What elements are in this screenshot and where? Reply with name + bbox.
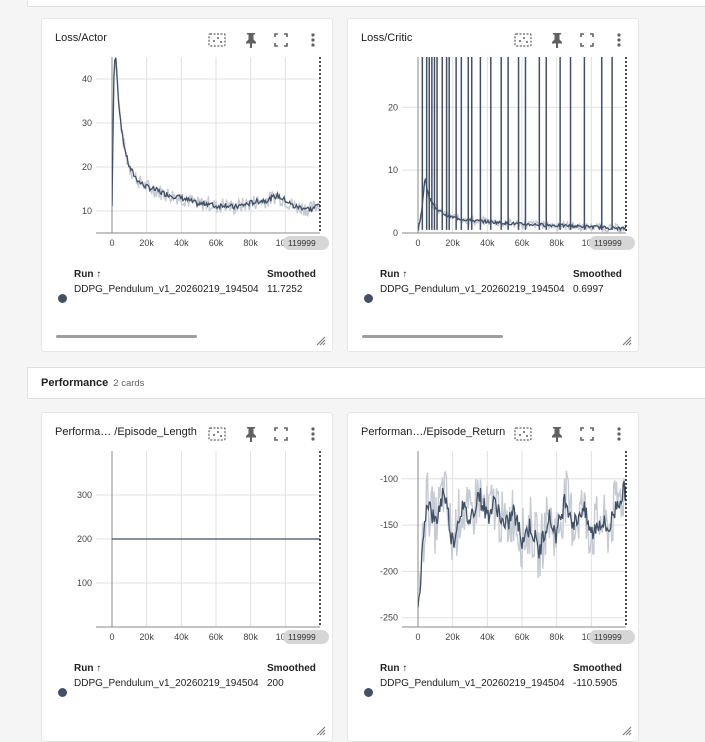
smoothed-column-header[interactable]: Smoothed [573, 663, 622, 674]
y-tick-label: 20 [82, 162, 92, 172]
x-tick-label: 0 [415, 238, 420, 248]
smoothed-value: 11.7252 [267, 284, 303, 295]
x-tick-label: 20k [445, 632, 460, 642]
run-name: DDPG_Pendulum_v1_20260219_194504 [74, 678, 259, 689]
group-header-performance[interactable]: Performance 2 cards [27, 367, 705, 399]
x-tick-label: 80k [549, 238, 564, 248]
table-scrollbar[interactable] [56, 335, 197, 338]
resize-handle-icon[interactable] [314, 333, 326, 346]
x-tick-label: 40k [480, 238, 495, 248]
y-tick-label: 30 [82, 118, 92, 128]
resize-handle-icon[interactable] [620, 333, 632, 346]
y-tick-label: -200 [380, 566, 398, 576]
step-badge[interactable]: 119999 [589, 236, 635, 250]
smoothed-value: 0.6997 [573, 284, 604, 295]
svg-text:119999: 119999 [288, 632, 316, 642]
x-tick-label: 60k [515, 238, 530, 248]
smoothed-column-header[interactable]: Smoothed [267, 269, 316, 280]
x-tick-label: 40k [480, 632, 495, 642]
left-rail [0, 0, 27, 742]
line-chart[interactable]: 020k40k60k80k100k01020119999 [348, 19, 638, 255]
line-chart[interactable]: 020k40k60k80k100k10203040119999 [42, 19, 332, 255]
run-name: DDPG_Pendulum_v1_20260219_194504 [380, 284, 565, 295]
group-card-count: 2 cards [113, 377, 145, 389]
x-tick-label: 60k [515, 632, 530, 642]
table-scrollbar[interactable] [362, 335, 503, 338]
run-column-header[interactable]: Run ↑ [380, 663, 407, 674]
x-tick-label: 20k [445, 238, 460, 248]
run-column-header[interactable]: Run ↑ [74, 663, 101, 674]
y-tick-label: -250 [380, 613, 398, 623]
x-tick-label: 0 [109, 632, 114, 642]
y-tick-label: 40 [82, 74, 92, 84]
line-chart[interactable]: 020k40k60k80k100k100200300119999 [42, 413, 332, 649]
svg-text:119999: 119999 [288, 238, 316, 248]
scalar-card-loss-critic: Loss/Critic020k40k60k80k100k01020119999R… [347, 18, 639, 352]
svg-text:119999: 119999 [594, 632, 622, 642]
resize-handle-icon[interactable] [314, 723, 326, 736]
step-badge[interactable]: 119999 [283, 630, 329, 644]
run-column-header[interactable]: Run ↑ [74, 269, 101, 280]
smoothed-column-header[interactable]: Smoothed [573, 269, 622, 280]
x-tick-label: 0 [415, 632, 420, 642]
resize-handle-icon[interactable] [620, 723, 632, 736]
run-name: DDPG_Pendulum_v1_20260219_194504 [74, 284, 259, 295]
x-tick-label: 20k [139, 632, 154, 642]
y-tick-label: 10 [388, 165, 398, 175]
x-tick-label: 20k [139, 238, 154, 248]
x-tick-label: 60k [209, 238, 224, 248]
x-tick-label: 80k [243, 238, 258, 248]
x-tick-label: 40k [174, 238, 189, 248]
line-chart[interactable]: 020k40k60k80k100k-250-200-150-100119999 [348, 413, 638, 649]
x-tick-label: 40k [174, 632, 189, 642]
step-badge[interactable]: 119999 [589, 630, 635, 644]
y-tick-label: -100 [380, 474, 398, 484]
y-tick-label: 20 [388, 102, 398, 112]
y-tick-label: 10 [82, 206, 92, 216]
run-color-dot[interactable] [58, 688, 67, 697]
y-tick-label: 300 [77, 490, 92, 500]
y-tick-label: 0 [393, 228, 398, 238]
x-tick-label: 80k [549, 632, 564, 642]
scalar-card-episode-return: Performan…/Episode_Return020k40k60k80k10… [347, 412, 639, 742]
run-color-dot[interactable] [364, 688, 373, 697]
scalar-card-episode-length: Performa… /Episode_Length 0 20k 40k 60k 80k 10… [41, 412, 333, 742]
scalar-card-loss-actor: Loss/Actor020k40k60k80k100k1020304011999… [41, 18, 333, 352]
y-tick-label: -150 [380, 520, 398, 530]
run-column-header[interactable]: Run ↑ [380, 269, 407, 280]
group-top-edge [27, 0, 705, 7]
y-tick-label: 100 [77, 578, 92, 588]
smoothed-value: 200 [267, 678, 284, 689]
x-tick-label: 60k [209, 632, 224, 642]
smoothed-value: -110.5905 [573, 678, 618, 689]
group-title: Performance [41, 377, 109, 389]
step-badge[interactable]: 119999 [283, 236, 329, 250]
x-tick-label: 80k [243, 632, 258, 642]
y-tick-label: 200 [77, 534, 92, 544]
scalars-dashboard: Performance 2 cards Loss/Actor 0 20k 40k 60k… [0, 0, 705, 742]
run-color-dot[interactable] [364, 294, 373, 303]
x-tick-label: 0 [109, 238, 114, 248]
svg-text:119999: 119999 [594, 238, 622, 248]
run-name: DDPG_Pendulum_v1_20260219_194504 [380, 678, 565, 689]
smoothed-column-header[interactable]: Smoothed [267, 663, 316, 674]
run-color-dot[interactable] [58, 294, 67, 303]
